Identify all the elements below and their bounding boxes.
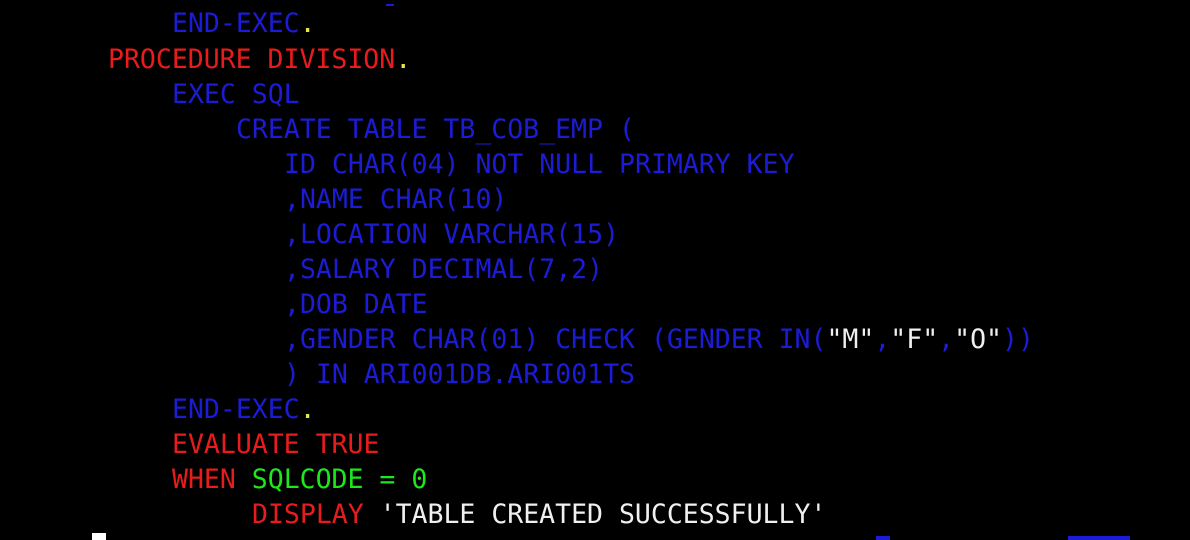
code-token: , [938,324,955,355]
code-line: DISPLAY 'TABLE CREATED SUCCESSFULLY' [252,497,826,532]
code-token: "O" [954,324,1003,355]
code-line: END-EXEC. [172,392,316,427]
code-token: WHEN [172,464,252,495]
code-token: ,SALARY DECIMAL(7,2) [284,254,604,285]
code-line: ,GENDER CHAR(01) CHECK (GENDER IN("M","F… [284,322,1034,357]
code-line: EXEC SQL [172,77,300,112]
code-token: ,DOB DATE [284,289,428,320]
code-token: . [395,44,412,75]
code-token: PROCEDURE DIVISION [108,44,396,75]
code-token: END-EXEC [172,394,300,425]
code-line: PROCEDURE DIVISION. [108,42,411,77]
code-token: 'TABLE CREATED SUCCESSFULLY' [379,499,827,530]
code-line: ,DOB DATE [284,287,428,322]
code-token: DISPLAY [252,499,380,530]
code-line: EVALUATE TRUE [172,427,379,462]
text-cursor [92,533,106,540]
code-token: END-EXEC [172,8,300,39]
code-line: ID CHAR(04) NOT NULL PRIMARY KEY [284,147,795,182]
terminal-editor[interactable]: END-EXEC. PROCEDURE DIVISION. EXEC SQL CREA… [0,0,1190,540]
code-token: ) IN ARI001DB.ARI001TS [284,359,635,390]
code-token: EXEC SQL [172,79,300,110]
code-token: CREATE TABLE TB_COB_EMP ( [236,114,635,145]
code-token: ID CHAR(04) NOT NULL PRIMARY KEY [284,149,795,180]
code-line: ,NAME CHAR(10) [284,182,507,217]
code-token: )) [1002,324,1034,355]
code-token: "M" [826,324,875,355]
code-token: ,NAME CHAR(10) [284,184,508,215]
code-line: ,SALARY DECIMAL(7,2) [284,252,603,287]
code-token: EVALUATE TRUE [172,429,380,460]
clipped-bottom-fragment [1068,536,1130,540]
code-token: "F" [890,324,939,355]
code-line: END-EXEC. [172,6,316,41]
code-token: , [874,324,891,355]
code-token: . [299,8,316,39]
code-token: . [299,394,316,425]
code-line: WHEN SQLCODE = 0 [172,462,427,497]
code-token: ,GENDER CHAR(01) CHECK (GENDER IN( [284,324,827,355]
code-line: ,LOCATION VARCHAR(15) [284,217,619,252]
code-token: ,LOCATION VARCHAR(15) [284,219,620,250]
code-line: CREATE TABLE TB_COB_EMP ( [236,112,635,147]
clipped-line-fragment [386,0,394,6]
code-token: SQLCODE = 0 [251,464,428,495]
code-line: ) IN ARI001DB.ARI001TS [284,357,635,392]
clipped-bottom-fragment [876,536,890,540]
